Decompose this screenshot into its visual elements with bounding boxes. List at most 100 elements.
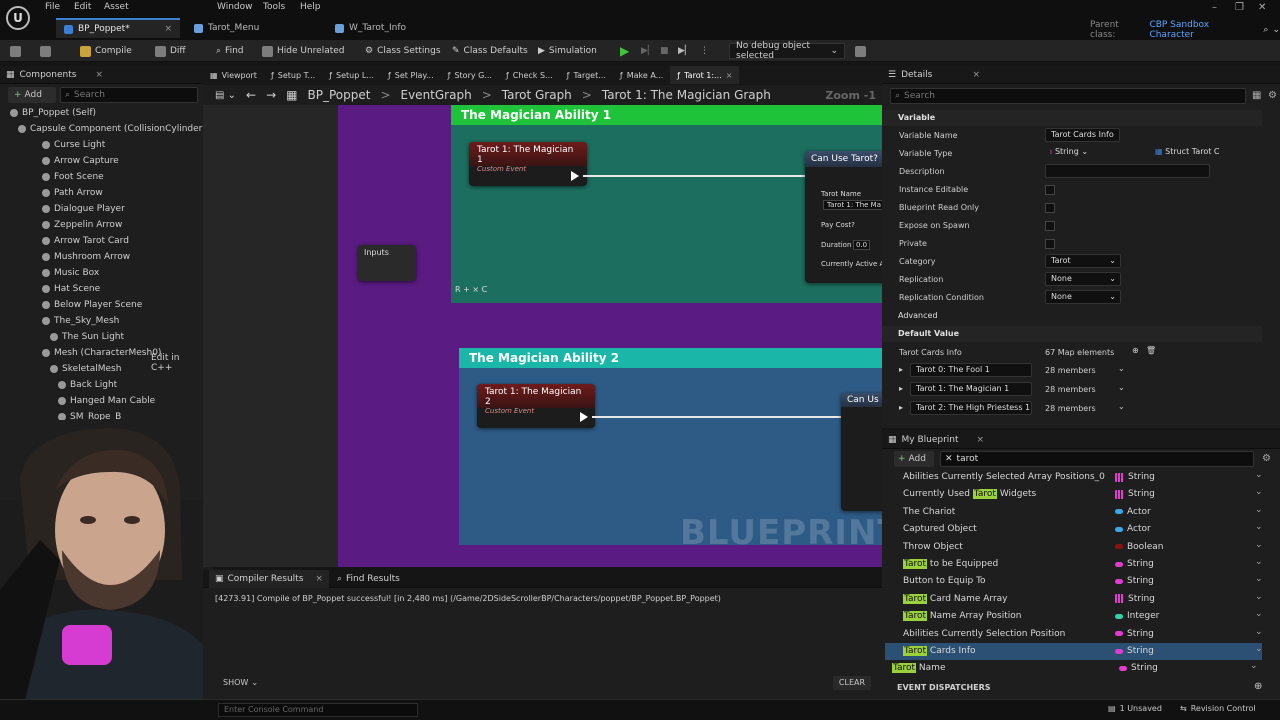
minimize-icon[interactable]: – bbox=[1212, 2, 1217, 13]
map-entry-row[interactable]: ▸ Tarot 0: The Fool 1 28 members ⌄ bbox=[882, 362, 1262, 380]
details-search-input[interactable]: ⌕ Search bbox=[890, 88, 1246, 104]
variable-row[interactable]: Currently Used Tarot Widgets String ⌄ bbox=[885, 486, 1263, 503]
eject-icon[interactable]: ▶▏ bbox=[678, 43, 692, 59]
close-window-icon[interactable]: ✕ bbox=[1258, 2, 1266, 13]
my-blueprint-search-input[interactable]: ✕ tarot bbox=[940, 451, 1254, 467]
breadcrumb-item[interactable]: Tarot 1: The Magician Graph bbox=[602, 88, 771, 102]
visibility-eye-icon[interactable]: ⌄ bbox=[1255, 644, 1263, 654]
view-options-icon[interactable]: ▦ bbox=[1252, 90, 1261, 101]
debug-object-select[interactable]: No debug object selected ⌄ bbox=[729, 41, 845, 61]
menu-asset[interactable]: Asset bbox=[104, 2, 129, 16]
breadcrumb-item[interactable]: Tarot Graph bbox=[502, 88, 572, 102]
show-button[interactable]: SHOW ⌄ bbox=[223, 678, 258, 687]
component-tree-item[interactable]: Arrow Tarot Card bbox=[42, 236, 129, 246]
property-input[interactable] bbox=[1045, 164, 1210, 178]
find-button[interactable]: ⌕ Find bbox=[216, 43, 244, 59]
clear-button[interactable]: CLEAR bbox=[833, 676, 871, 690]
visibility-eye-icon[interactable]: ⌄ bbox=[1255, 592, 1263, 602]
search-icon[interactable]: ⌕ bbox=[1263, 25, 1268, 35]
map-key-input[interactable]: Tarot 2: The High Priestess 1 bbox=[910, 401, 1032, 415]
map-key-input[interactable]: Tarot 1: The Magician 1 bbox=[910, 382, 1032, 396]
breadcrumb-item[interactable]: EventGraph bbox=[401, 88, 472, 102]
restore-icon[interactable]: ❐ bbox=[1235, 2, 1244, 13]
class-defaults-button[interactable]: ✎ Class Defaults bbox=[452, 43, 528, 59]
component-tree-item[interactable]: Hat Scene bbox=[42, 284, 100, 294]
variable-row[interactable]: Tarot Card Name Array String ⌄ bbox=[885, 591, 1263, 608]
add-element-icon[interactable]: ⊕ bbox=[1132, 346, 1139, 355]
visibility-eye-icon[interactable]: ⌄ bbox=[1250, 661, 1258, 671]
custom-event-node-1[interactable]: Tarot 1: The Magician 1 Custom Event bbox=[469, 142, 587, 186]
close-icon[interactable]: × bbox=[315, 574, 323, 584]
expand-arrow-icon[interactable]: ▸ bbox=[899, 403, 903, 412]
visibility-eye-icon[interactable]: ⌄ bbox=[1255, 574, 1263, 584]
exec-out-pin[interactable] bbox=[571, 171, 579, 181]
variable-row[interactable]: Tarot Name Array Position Integer ⌄ bbox=[885, 608, 1263, 625]
property-checkbox[interactable] bbox=[1045, 185, 1055, 195]
property-input[interactable]: Tarot Cards Info bbox=[1045, 128, 1120, 142]
variable-row[interactable]: Captured Object Actor ⌄ bbox=[885, 521, 1263, 538]
step-icon[interactable]: ▶▏ bbox=[641, 43, 655, 59]
graph-tab-5[interactable]: ƒ Check S... bbox=[499, 66, 560, 84]
visibility-eye-icon[interactable]: ⌄ bbox=[1255, 487, 1263, 497]
graph-tab-8[interactable]: ƒ Tarot 1:... × bbox=[670, 66, 740, 84]
visibility-eye-icon[interactable]: ⌄ bbox=[1255, 627, 1263, 637]
property-checkbox[interactable] bbox=[1045, 203, 1055, 213]
unreal-logo-icon[interactable]: U bbox=[6, 6, 30, 30]
visibility-eye-icon[interactable]: ⌄ bbox=[1255, 470, 1263, 480]
graph-tab-0[interactable]: ▦ Viewport bbox=[203, 66, 264, 84]
comment-title[interactable]: The Magician Ability 2 bbox=[459, 348, 882, 368]
value-type-select[interactable]: ▦ Struct Tarot C bbox=[1150, 146, 1225, 160]
stop-icon[interactable]: ■ bbox=[660, 43, 669, 59]
component-tree-item[interactable]: SkeletalMesh bbox=[50, 364, 121, 374]
component-tree-item[interactable]: Mushroom Arrow bbox=[42, 252, 130, 262]
component-tree-item[interactable]: Mesh (CharacterMesh0) bbox=[42, 348, 161, 358]
variable-row[interactable]: Button to Equip To String ⌄ bbox=[885, 573, 1263, 590]
variable-row[interactable]: Abilities Currently Selected Array Posit… bbox=[885, 469, 1263, 486]
variable-row[interactable]: Abilities Currently Selection Position St… bbox=[885, 626, 1263, 643]
add-member-button[interactable]: + Add bbox=[894, 451, 934, 467]
unsaved-indicator[interactable]: ▤ 1 Unsaved bbox=[1108, 704, 1162, 713]
comment-footer-icons[interactable]: R + × C bbox=[455, 285, 487, 294]
add-component-button[interactable]: + Add bbox=[8, 87, 56, 103]
section-default-value[interactable]: Default Value bbox=[882, 326, 1262, 342]
save-icon[interactable] bbox=[10, 43, 21, 59]
clear-search-icon[interactable]: ✕ bbox=[945, 454, 953, 464]
menu-edit[interactable]: Edit bbox=[74, 2, 91, 16]
class-settings-button[interactable]: ⚙ Class Settings bbox=[365, 43, 441, 59]
edit-in-cpp-link[interactable]: Edit in C++ bbox=[151, 353, 203, 373]
graph-menu-icon[interactable]: ▤ ⌄ bbox=[215, 90, 236, 101]
tarot-name-pin-value[interactable]: Tarot 1: The Ma bbox=[823, 200, 882, 210]
close-icon[interactable]: × bbox=[164, 24, 172, 34]
component-tree-item[interactable]: The Sun Light bbox=[50, 332, 124, 342]
revision-control-button[interactable]: ⇆ Revision Control bbox=[1180, 704, 1256, 713]
blueprint-graph-canvas[interactable]: The Magician Ability 1 R + × C The Magic… bbox=[203, 105, 882, 567]
gear-icon[interactable]: ⚙ bbox=[1268, 90, 1277, 101]
add-dispatcher-icon[interactable]: ⊕ bbox=[1254, 681, 1262, 692]
chevron-down-icon[interactable]: ⌄ bbox=[1118, 402, 1125, 411]
compiler-results-tab[interactable]: ▣ Compiler Results × bbox=[209, 569, 329, 588]
component-tree-item[interactable]: Path Arrow bbox=[42, 188, 103, 198]
menu-window[interactable]: Window bbox=[217, 2, 253, 16]
more-options-icon[interactable]: ⋮ bbox=[700, 43, 709, 59]
graph-tab-1[interactable]: ƒ Setup T... bbox=[264, 66, 322, 84]
variable-type-select[interactable]: ⦂ String ⌄ bbox=[1045, 146, 1093, 160]
variable-row[interactable]: Throw Object Boolean ⌄ bbox=[885, 539, 1263, 556]
can-use-tarot-node-2[interactable]: Can Us bbox=[841, 393, 882, 511]
chevron-down-icon[interactable]: ⌄ bbox=[1118, 364, 1125, 373]
menu-help[interactable]: Help bbox=[300, 2, 321, 16]
components-tab[interactable]: ▦ Components × bbox=[0, 66, 203, 84]
map-entry-row[interactable]: ▸ Tarot 1: The Magician 1 28 members ⌄ bbox=[882, 381, 1262, 399]
expand-arrow-icon[interactable]: ▸ bbox=[899, 384, 903, 393]
expand-arrow-icon[interactable]: ▸ bbox=[899, 365, 903, 374]
component-tree-item[interactable]: Music Box bbox=[42, 268, 99, 278]
doc-tab-w-tarot-info[interactable]: W_Tarot_Info bbox=[327, 18, 467, 38]
variable-row[interactable]: Tarot to be Equipped String ⌄ bbox=[885, 556, 1263, 573]
chevron-down-icon[interactable]: ⌄ bbox=[1118, 383, 1125, 392]
component-tree-item[interactable]: Zeppelin Arrow bbox=[42, 220, 122, 230]
graph-tab-2[interactable]: ƒ Setup L... bbox=[322, 66, 381, 84]
property-checkbox[interactable] bbox=[1045, 239, 1055, 249]
component-tree-item[interactable]: The_Sky_Mesh bbox=[42, 316, 119, 326]
breadcrumb-item[interactable]: BP_Poppet bbox=[307, 88, 370, 102]
variable-row[interactable]: The Chariot Actor ⌄ bbox=[885, 504, 1263, 521]
visibility-eye-icon[interactable]: ⌄ bbox=[1255, 609, 1263, 619]
